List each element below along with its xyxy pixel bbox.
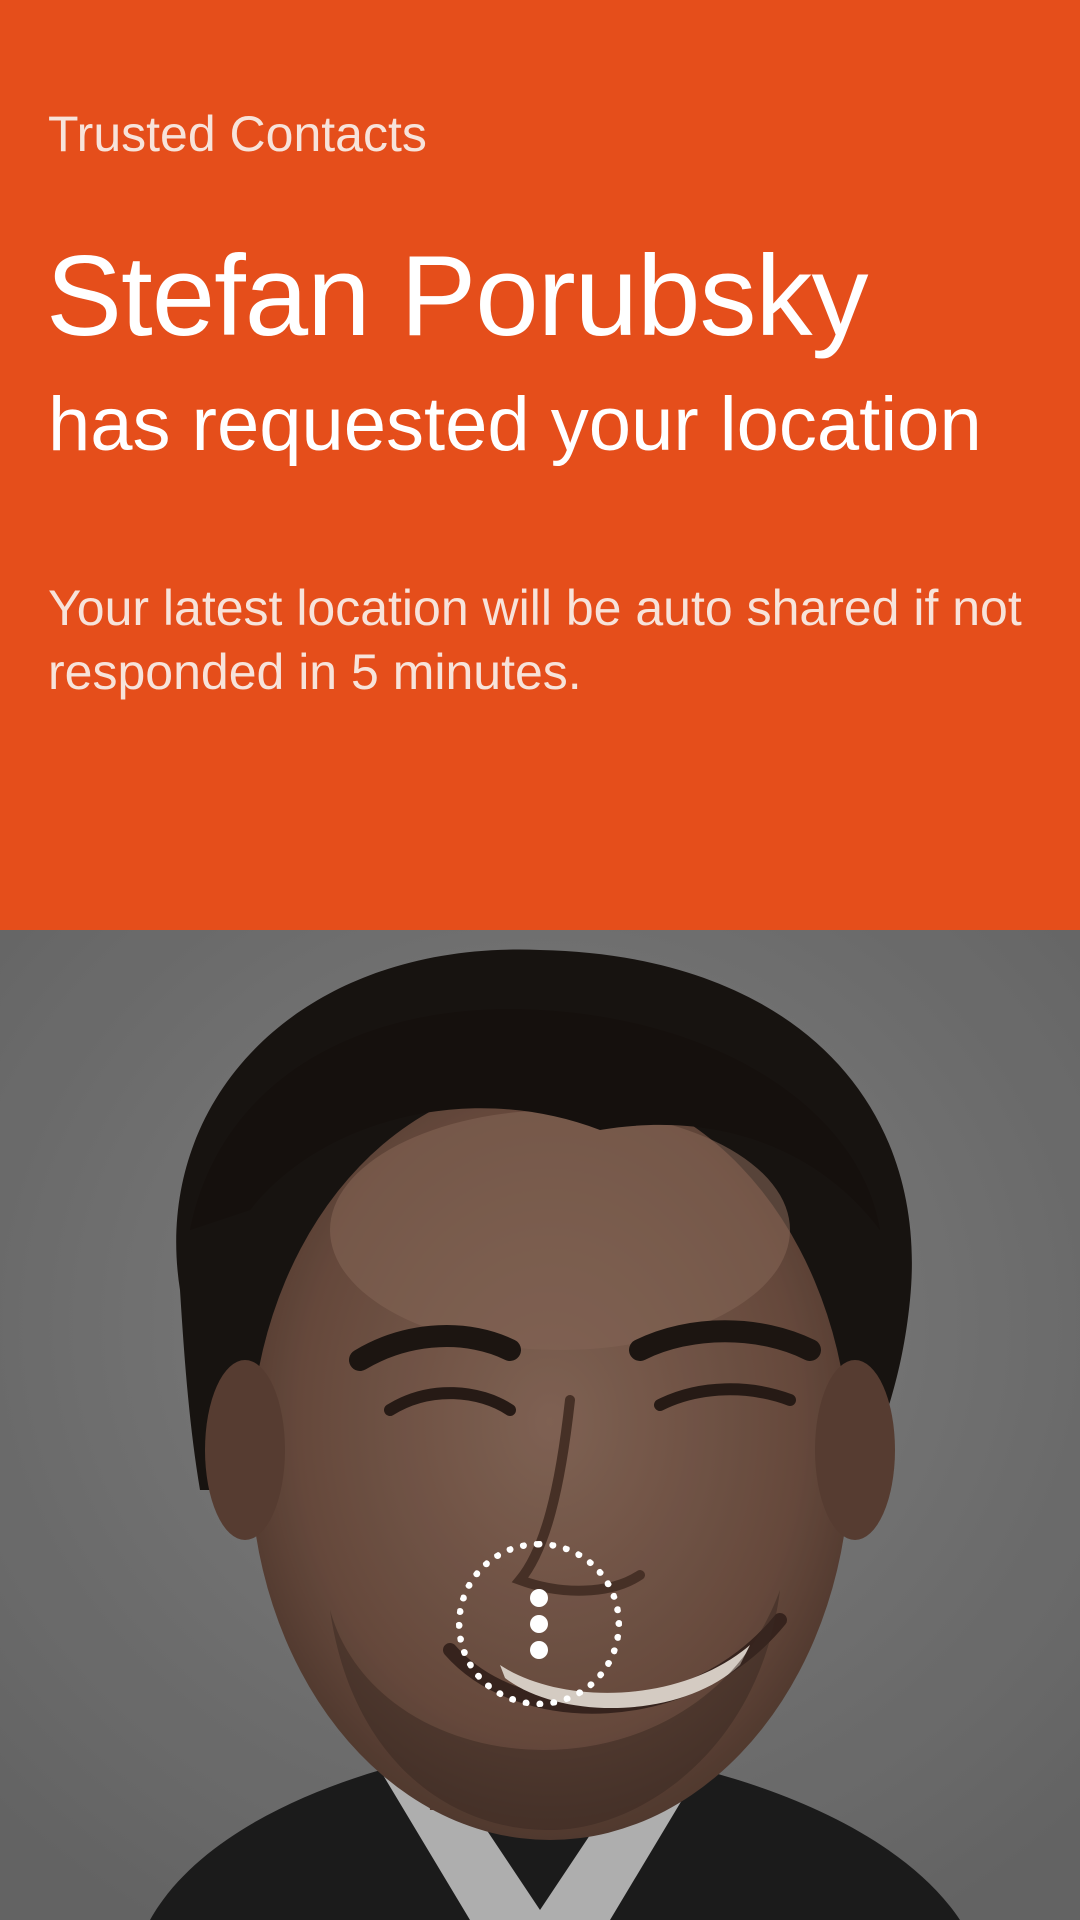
more-options-button[interactable] bbox=[456, 1541, 622, 1707]
location-request-screen: Trusted Contacts Stefan Porubsky has req… bbox=[0, 0, 1080, 1920]
request-message: has requested your location bbox=[48, 382, 982, 467]
auto-share-notice: Your latest location will be auto shared… bbox=[48, 580, 1022, 700]
contact-name: Stefan Porubsky bbox=[46, 233, 868, 360]
contact-photo-image bbox=[0, 930, 1080, 1920]
more-vert-icon bbox=[530, 1589, 548, 1659]
app-title: Trusted Contacts bbox=[48, 106, 427, 162]
contact-photo bbox=[0, 930, 1080, 1920]
request-header: Trusted Contacts Stefan Porubsky has req… bbox=[0, 0, 1080, 930]
